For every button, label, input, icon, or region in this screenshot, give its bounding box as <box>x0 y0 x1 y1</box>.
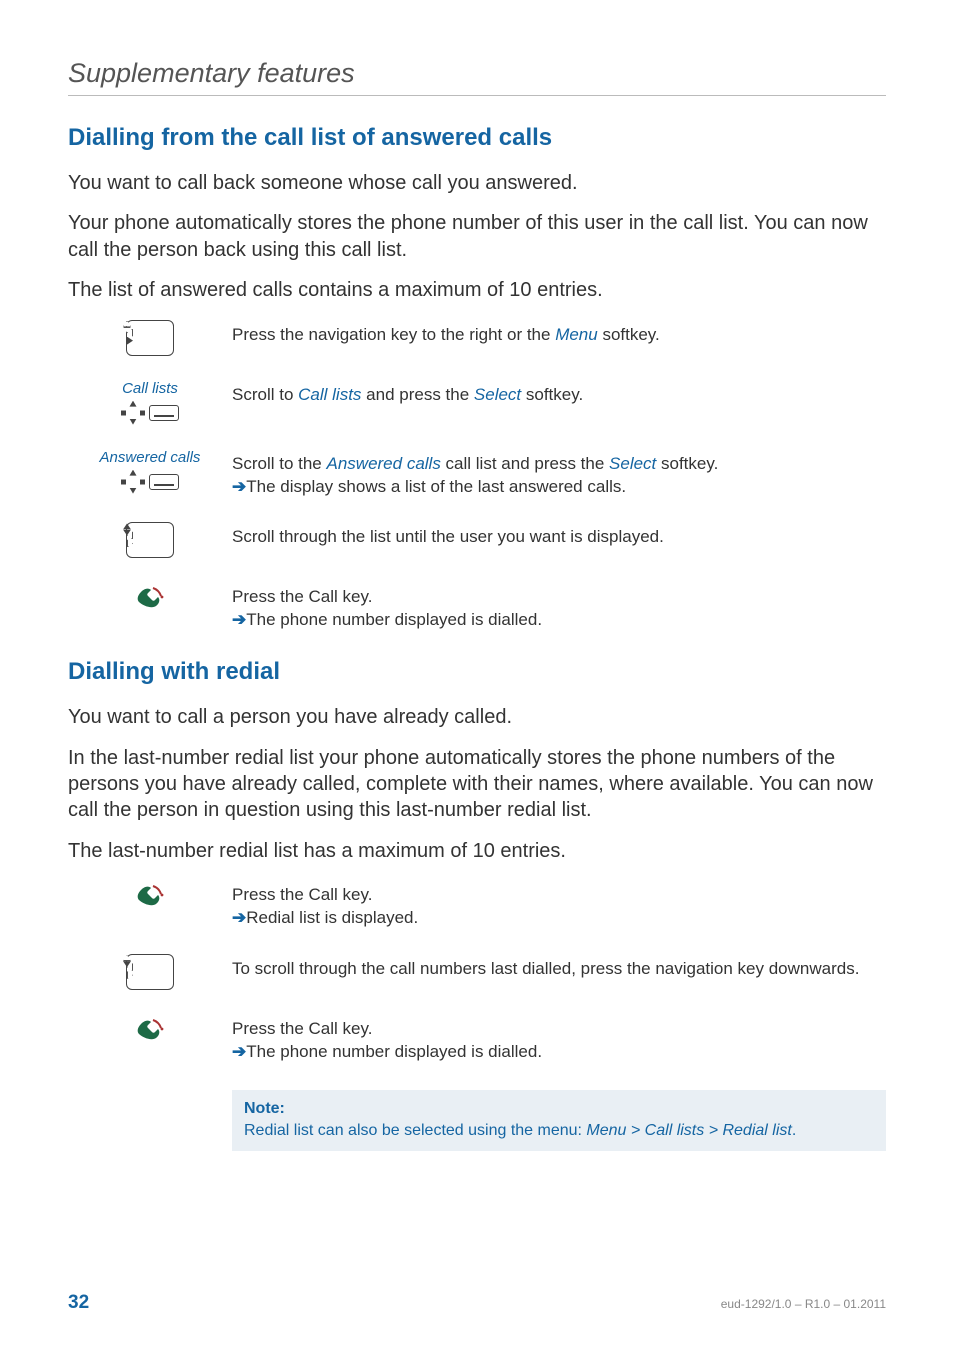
section2-p2: In the last-number redial list your phon… <box>68 745 886 824</box>
mini-nav-icon <box>121 401 145 425</box>
step-row: Press the Call key. ➔The phone number di… <box>68 580 886 632</box>
arrow-icon: ➔ <box>232 610 246 629</box>
call-key-icon <box>68 1012 232 1042</box>
step-icon-label: Answered calls <box>100 449 201 466</box>
header-rule <box>68 95 886 96</box>
section1-p3: The list of answered calls contains a ma… <box>68 277 886 303</box>
section2-steps: Press the Call key. ➔Redial list is disp… <box>68 878 886 1064</box>
step-row: Press the Call key. ➔The phone number di… <box>68 1012 886 1064</box>
section1-p2: Your phone automatically stores the phon… <box>68 210 886 263</box>
step-text: To scroll through the call numbers last … <box>232 952 886 981</box>
note-label: Note: <box>244 1098 874 1120</box>
section1-p1: You want to call back someone whose call… <box>68 170 886 196</box>
step-icon-label: Call lists <box>122 380 178 397</box>
step-row: Press the navigation key to the right or… <box>68 318 886 356</box>
step-text: Press the Call key. ➔The phone number di… <box>232 1012 886 1064</box>
nav-key-icon <box>68 952 232 990</box>
step-row: Call lists Scroll to Call lists and pres… <box>68 378 886 425</box>
section1-steps: Press the navigation key to the right or… <box>68 318 886 633</box>
step-text: Press the navigation key to the right or… <box>232 318 886 347</box>
nav-key-icon <box>68 318 232 356</box>
navigation-key-icon <box>126 320 174 356</box>
page-footer: 32 eud-1292/1.0 – R1.0 – 01.2011 <box>68 1292 886 1314</box>
section2-p3: The last-number redial list has a maximu… <box>68 838 886 864</box>
page-number: 32 <box>68 1292 89 1314</box>
mini-nav-icon <box>121 470 145 494</box>
arrow-icon: ➔ <box>232 1042 246 1061</box>
step-text: Press the Call key. ➔Redial list is disp… <box>232 878 886 930</box>
step-row: Press the Call key. ➔Redial list is disp… <box>68 878 886 930</box>
step-text: Scroll to Call lists and press the Selec… <box>232 378 886 407</box>
step-row: Answered calls Scroll to the Answered ca… <box>68 447 886 499</box>
call-key-icon <box>68 878 232 908</box>
arrow-icon: ➔ <box>232 908 246 927</box>
navigation-key-icon <box>126 522 174 558</box>
step-text: Press the Call key. ➔The phone number di… <box>232 580 886 632</box>
nav-key-icon <box>68 520 232 558</box>
note-box: Note: Redial list can also be selected u… <box>232 1090 886 1151</box>
softkey-button-icon <box>149 474 179 490</box>
section2-heading: Dialling with redial <box>68 658 886 686</box>
arrow-icon: ➔ <box>232 477 246 496</box>
softkey-button-icon <box>149 405 179 421</box>
note-body: Redial list can also be selected using t… <box>244 1122 796 1139</box>
softkey-combo-icon: Answered calls <box>68 447 232 494</box>
section1-heading: Dialling from the call list of answered … <box>68 124 886 152</box>
step-row: Scroll through the list until the user y… <box>68 520 886 558</box>
step-text: Scroll to the Answered calls call list a… <box>232 447 886 499</box>
section2-p1: You want to call a person you have alrea… <box>68 704 886 730</box>
softkey-combo-icon: Call lists <box>68 378 232 425</box>
step-text: Scroll through the list until the user y… <box>232 520 886 549</box>
chapter-title: Supplementary features <box>68 58 886 89</box>
navigation-key-icon <box>126 954 174 990</box>
call-key-icon <box>68 580 232 610</box>
step-row: To scroll through the call numbers last … <box>68 952 886 990</box>
document-id: eud-1292/1.0 – R1.0 – 01.2011 <box>721 1297 886 1311</box>
